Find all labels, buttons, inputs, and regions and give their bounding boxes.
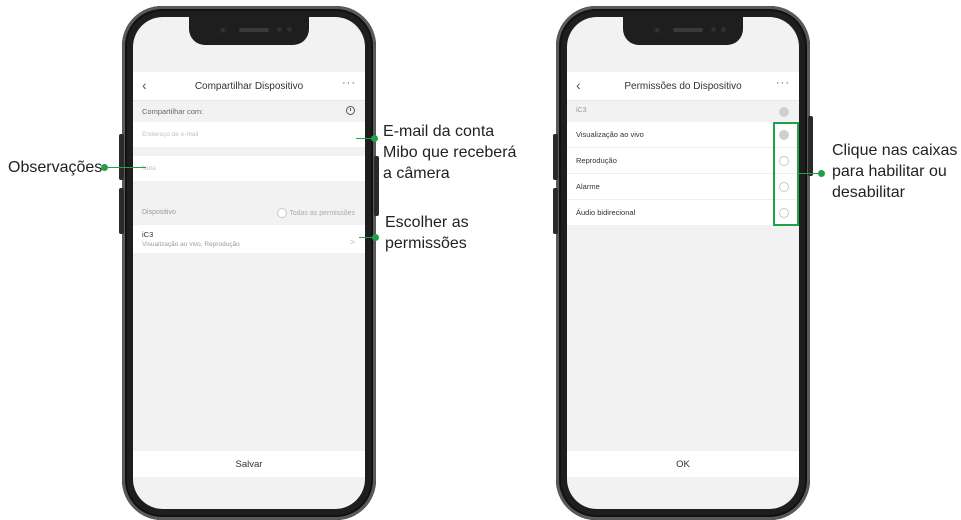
back-icon[interactable]: ‹ [142,77,147,93]
right-screen: ‹ Permissões do Dispositivo ··· iC3 Visu… [567,17,799,509]
right-phone: ‹ Permissões do Dispositivo ··· iC3 Visu… [553,6,813,520]
email-field[interactable]: Endereço de e-mail [133,122,365,147]
share-with-label: Compartilhar com: [142,107,204,116]
all-permissions-toggle[interactable]: Todas as permissões [277,208,355,218]
note-field[interactable]: Nota [133,156,365,181]
page-title: Permissões do Dispositivo [624,80,742,92]
save-label: Salvar [235,458,263,470]
permission-label: Visualização ao vivo [576,130,644,139]
share-device-app: ‹ Compartilhar Dispositivo ··· Compartil… [133,72,365,449]
device-name: iC3 [142,230,154,239]
back-icon[interactable]: ‹ [576,77,581,93]
callout-email: E-mail da conta Mibo que receberá a câme… [383,123,517,182]
permission-label: Reprodução [576,156,617,165]
checkbox-highlight [773,122,799,226]
ok-label: OK [676,458,690,470]
permission-row[interactable]: Alarme [567,174,799,200]
all-permissions-label: Todas as permissões [289,209,355,217]
more-icon[interactable]: ··· [342,77,356,89]
permissions-app: ‹ Permissões do Dispositivo ··· iC3 Visu… [567,72,799,449]
ok-button[interactable]: OK [567,451,799,477]
device-header-row: Dispositivo Todas as permissões [133,202,365,224]
save-button[interactable]: Salvar [133,451,365,477]
device-name: iC3 [576,107,587,114]
notch [623,17,743,45]
permission-label: Áudio bidirecional [576,208,636,217]
email-placeholder: Endereço de e-mail [142,131,199,138]
device-header-row: iC3 [567,101,799,121]
callout-line [104,167,146,168]
chevron-right-icon: > [349,237,355,247]
callout-observacoes: Observações [8,159,103,176]
permission-row[interactable]: Visualização ao vivo [567,122,799,148]
permission-row[interactable]: Áudio bidirecional [567,200,799,225]
callout-dot [372,234,379,241]
callout-click: Clique nas caixas para habilitar ou desa… [832,142,958,201]
navbar: ‹ Compartilhar Dispositivo ··· [133,72,365,101]
share-with-row: Compartilhar com: [133,101,365,121]
callout-permissions: Escolher as permissões [385,214,469,252]
select-all-icon[interactable] [779,107,789,117]
device-row[interactable]: iC3 Visualização ao vivo, Reprodução > [133,225,365,253]
permission-label: Alarme [576,182,600,191]
clock-icon[interactable] [346,106,355,115]
callout-dot [371,135,378,142]
more-icon[interactable]: ··· [776,77,790,89]
page-title: Compartilhar Dispositivo [194,80,304,92]
radio-icon [277,208,288,218]
callout-dot [818,170,825,177]
device-permissions: Visualização ao vivo, Reprodução [142,241,240,248]
notch [189,17,309,45]
left-screen: ‹ Compartilhar Dispositivo ··· Compartil… [133,17,365,509]
navbar: ‹ Permissões do Dispositivo ··· [567,72,799,101]
device-label: Dispositivo [142,209,176,216]
permission-row[interactable]: Reprodução [567,148,799,174]
left-phone: ‹ Compartilhar Dispositivo ··· Compartil… [119,6,379,520]
